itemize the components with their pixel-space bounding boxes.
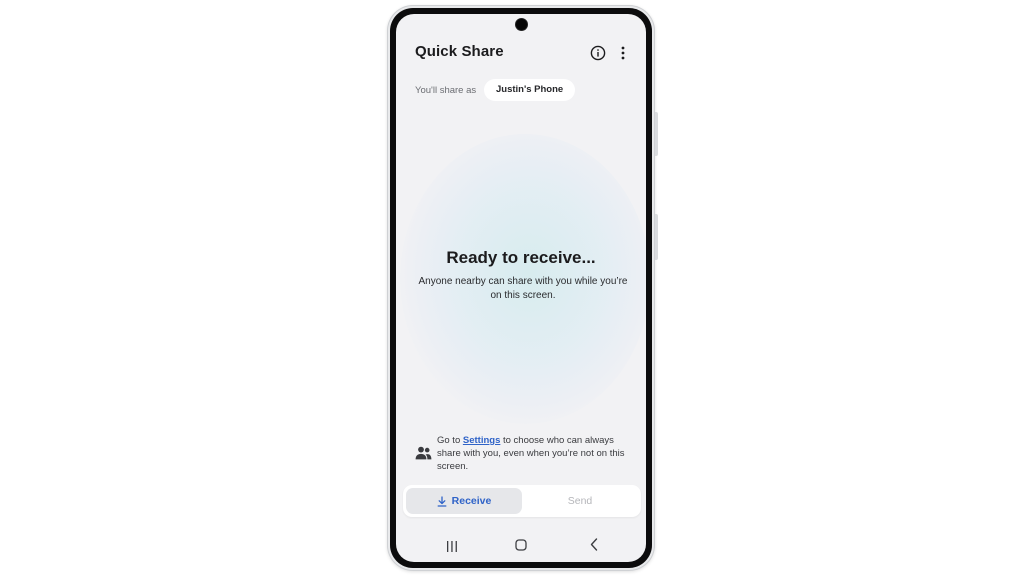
front-camera	[516, 19, 527, 30]
settings-note-prefix: Go to	[437, 435, 463, 446]
people-icon	[415, 445, 432, 461]
volume-button	[655, 112, 658, 156]
info-icon[interactable]	[590, 45, 606, 61]
power-button	[655, 214, 658, 260]
tab-receive[interactable]: Receive	[406, 488, 522, 514]
ready-title: Ready to receive...	[446, 248, 596, 267]
tab-send-label: Send	[567, 495, 593, 507]
tab-receive-label: Receive	[451, 495, 492, 507]
settings-link[interactable]: Settings	[463, 435, 500, 446]
back-icon[interactable]	[589, 538, 599, 551]
download-icon	[437, 495, 447, 507]
app-title: Quick Share	[415, 43, 504, 60]
mode-tab-bar: Receive Send	[403, 485, 641, 517]
recents-icon[interactable]	[445, 539, 459, 552]
home-icon[interactable]	[515, 538, 527, 551]
phone-screen: Quick Share You'll share as Justin's Pho…	[396, 14, 646, 562]
more-vertical-icon[interactable]	[617, 45, 629, 61]
share-as-label: You'll share as	[415, 85, 477, 96]
device-name-chip[interactable]: Justin's Phone	[484, 79, 576, 101]
ready-description: Anyone nearby can share with you while y…	[418, 276, 628, 301]
settings-note: Go to Settings to choose who can always …	[437, 435, 633, 473]
tab-send[interactable]: Send	[522, 488, 638, 514]
